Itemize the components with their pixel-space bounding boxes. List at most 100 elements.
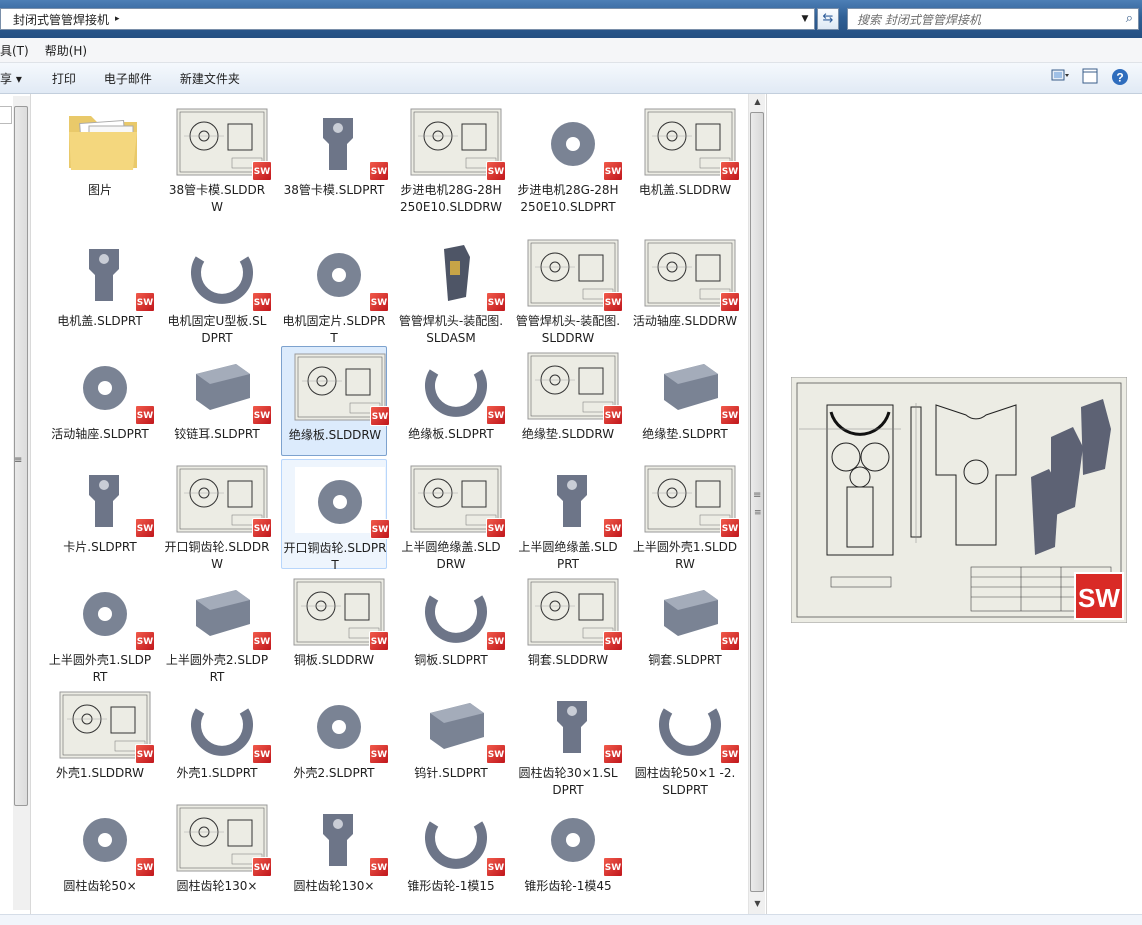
file-name: 卡片.SLDPRT [63, 540, 137, 554]
file-item[interactable]: SW 上半圆外壳1.SLDPRT [47, 572, 155, 684]
file-item[interactable]: SW 圆柱齿轮130× [164, 798, 272, 908]
file-item[interactable]: SW 上半圆外壳2.SLDPRT [164, 572, 272, 684]
breadcrumb-arrow-icon[interactable]: ▸ [115, 14, 120, 24]
file-item[interactable]: SW 钨针.SLDPRT [398, 685, 506, 795]
nav-selected-item[interactable] [0, 106, 12, 124]
folder-icon [59, 108, 151, 176]
file-item[interactable]: SW 绝缘垫.SLDPRT [632, 346, 740, 456]
view-options-icon[interactable] [1050, 68, 1070, 86]
file-item[interactable]: SW 38管卡模.SLDPRT [281, 102, 389, 212]
file-item[interactable]: SW 电机盖.SLDDRW [632, 102, 740, 212]
file-item[interactable]: SW 步进电机28G-28H250E10.SLDPRT [515, 102, 623, 214]
file-item[interactable]: SW 步进电机28G-28H250E10.SLDDRW [398, 102, 506, 214]
file-thumbnail: SW [410, 804, 506, 877]
file-item[interactable]: SW 38管卡模.SLDDRW [164, 102, 272, 214]
file-item[interactable]: SW 锥形齿轮-1模45 [515, 798, 623, 908]
file-name: 电机固定U型板.SLDPRT [167, 314, 267, 345]
file-item[interactable]: SW 圆柱齿轮50× [47, 798, 155, 908]
file-item[interactable]: SW 开口铜齿轮.SLDDRW [164, 459, 272, 571]
new-folder-button[interactable]: 新建文件夹 [180, 70, 240, 87]
file-thumbnail: SW [527, 804, 623, 877]
file-name: 绝缘板.SLDDRW [288, 428, 382, 442]
search-input[interactable]: 搜索 封闭式管管焊接机 ⌕ [847, 8, 1139, 30]
address-dropdown-icon[interactable]: ▼ [798, 11, 812, 27]
file-name: 步进电机28G-28H250E10.SLDPRT [517, 183, 619, 214]
file-name: 上半圆绝缘盖.SLDDRW [401, 540, 501, 571]
file-name: 电机固定片.SLDPRT [282, 314, 386, 345]
file-name: 电机盖.SLDDRW [638, 183, 732, 197]
file-item[interactable]: SW 电机固定片.SLDPRT [281, 233, 389, 345]
file-item[interactable]: SW 管管焊机头-装配图.SLDDRW [515, 233, 623, 345]
solidworks-icon: SW [252, 631, 272, 651]
file-item[interactable]: SW 铜套.SLDDRW [515, 572, 623, 682]
solidworks-icon: SW [252, 292, 272, 312]
file-thumbnail: SW [293, 239, 389, 312]
share-button[interactable]: 享 ▾ [0, 70, 22, 87]
breadcrumb-folder[interactable]: 封闭式管管焊接机 [1, 11, 109, 28]
file-item[interactable]: SW 外壳2.SLDPRT [281, 685, 389, 795]
file-name: 上半圆外壳1.SLDDRW [632, 540, 738, 571]
file-name: 上半圆绝缘盖.SLDPRT [518, 540, 618, 571]
scroll-up-arrow-icon[interactable]: ▲ [749, 94, 766, 110]
file-item[interactable]: SW 电机固定U型板.SLDPRT [164, 233, 272, 345]
refresh-button[interactable]: ⇆ [817, 8, 839, 30]
menu-tools[interactable]: 具(T) [0, 42, 29, 59]
scroll-thumb[interactable]: ≡ [750, 112, 764, 892]
file-item[interactable]: SW 铰链耳.SLDPRT [164, 346, 272, 456]
file-item[interactable]: SW 铜板.SLDPRT [398, 572, 506, 682]
file-item[interactable]: SW 绝缘板.SLDDRW [281, 346, 390, 456]
file-name: 38管卡模.SLDDRW [168, 183, 266, 214]
nav-scrollbar[interactable] [13, 96, 30, 910]
file-thumbnail: SW [59, 804, 155, 877]
file-name: 钨针.SLDPRT [414, 766, 488, 780]
preview-splitter-grip[interactable]: ≡ [753, 490, 761, 501]
file-item[interactable]: SW 铜套.SLDPRT [632, 572, 740, 682]
file-item[interactable]: SW 铜板.SLDDRW [281, 572, 389, 682]
file-item[interactable]: SW 外壳1.SLDDRW [47, 685, 155, 795]
file-item[interactable]: SW 电机盖.SLDPRT [47, 233, 155, 343]
file-name: 上半圆外壳2.SLDPRT [165, 653, 269, 684]
file-item[interactable]: SW 圆柱齿轮130× [281, 798, 389, 908]
email-button[interactable]: 电子邮件 [104, 70, 152, 87]
file-item[interactable]: SW 管管焊机头-装配图.SLDASM [398, 233, 506, 345]
search-icon[interactable]: ⌕ [1126, 11, 1133, 26]
solidworks-icon: SW [603, 857, 623, 877]
folder-item[interactable]: 图片 [47, 102, 153, 212]
file-item[interactable]: SW 锥形齿轮-1模15 [398, 798, 506, 908]
solidworks-icon: SW [252, 161, 272, 181]
file-item[interactable]: SW 圆柱齿轮30×1.SLDPRT [515, 685, 623, 797]
file-name: 圆柱齿轮130× [293, 879, 375, 893]
file-item[interactable]: SW 活动轴座.SLDPRT [47, 346, 155, 456]
file-list[interactable]: 图片 SW 38管卡模.SLDDRW SW 38管卡模.SLDPRT SW 步进电机28G-… [33, 94, 748, 914]
file-thumbnail: SW [644, 691, 740, 764]
file-item[interactable]: SW 外壳1.SLDPRT [164, 685, 272, 795]
file-item[interactable]: SW 活动轴座.SLDDRW [632, 233, 740, 343]
print-button[interactable]: 打印 [52, 70, 76, 87]
scroll-down-arrow-icon[interactable]: ▼ [749, 896, 766, 912]
solidworks-icon: SW [486, 857, 506, 877]
file-item[interactable]: SW 上半圆绝缘盖.SLDPRT [515, 459, 623, 571]
svg-text:?: ? [1116, 71, 1123, 85]
file-list-scrollbar[interactable]: ▲ ≡ ▼ [748, 94, 765, 914]
file-item[interactable]: SW 开口铜齿轮.SLDPRT [281, 459, 390, 572]
file-name: 上半圆外壳1.SLDPRT [48, 653, 152, 684]
solidworks-icon: SW [252, 405, 272, 425]
file-name: 开口铜齿轮.SLDDRW [164, 540, 270, 571]
solidworks-icon: SW [486, 161, 506, 181]
file-thumbnail: SW [410, 578, 506, 651]
file-item[interactable]: SW 绝缘垫.SLDDRW [515, 346, 623, 456]
address-field[interactable]: 封闭式管管焊接机 ▸ ▼ [0, 8, 815, 30]
file-item[interactable]: SW 卡片.SLDPRT [47, 459, 155, 569]
file-item[interactable]: SW 绝缘板.SLDPRT [398, 346, 506, 456]
preview-pane-icon[interactable] [1080, 68, 1100, 86]
file-item[interactable]: SW 上半圆绝缘盖.SLDDRW [398, 459, 506, 571]
file-thumbnail: SW [527, 578, 623, 651]
help-icon[interactable]: ? [1110, 68, 1130, 86]
solidworks-icon: SW [603, 292, 623, 312]
file-item[interactable]: SW 上半圆外壳1.SLDDRW [632, 459, 740, 571]
file-item[interactable]: SW 圆柱齿轮50×1 -2.SLDPRT [632, 685, 740, 797]
menu-help[interactable]: 帮助(H) [45, 42, 87, 59]
nav-splitter-grip[interactable]: ≡ [14, 455, 22, 466]
file-thumbnail: SW [527, 108, 623, 181]
solidworks-icon: SW [720, 631, 740, 651]
